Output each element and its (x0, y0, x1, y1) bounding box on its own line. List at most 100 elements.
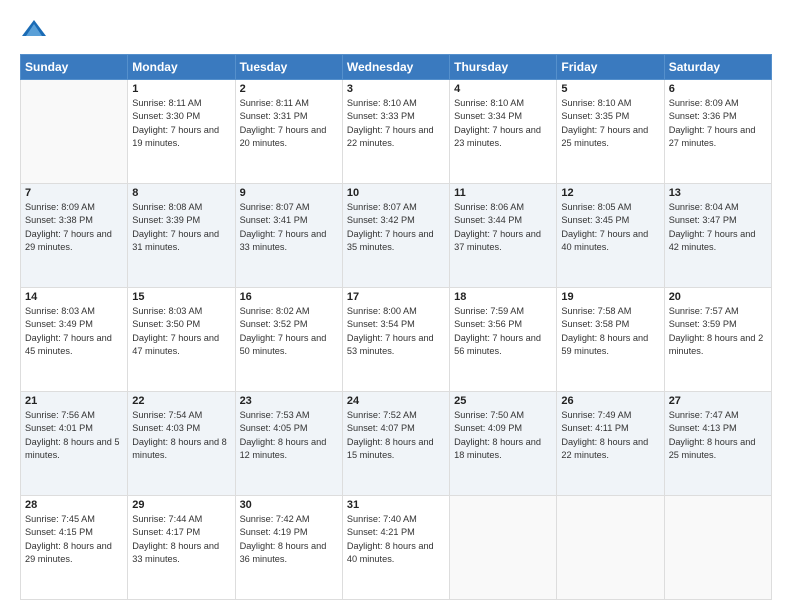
calendar-cell: 22Sunrise: 7:54 AM Sunset: 4:03 PM Dayli… (128, 392, 235, 496)
calendar-cell: 9 Sunrise: 8:07 AM Sunset: 3:41 PM Daylig… (235, 184, 342, 288)
calendar-cell: 6Sunrise: 8:09 AM Sunset: 3:36 PM Daylig… (664, 80, 771, 184)
cell-details: Sunrise: 8:10 AM Sunset: 3:35 PM Dayligh… (561, 97, 659, 150)
calendar-cell: 17 Sunrise: 8:00 AM Sunset: 3:54 PM Dayli… (342, 288, 449, 392)
calendar-cell: 15 Sunrise: 8:03 AM Sunset: 3:50 PM Dayli… (128, 288, 235, 392)
cell-details: Sunrise: 8:09 AM Sunset: 3:38 PM Dayligh… (25, 201, 123, 254)
calendar-cell: 19 Sunrise: 7:58 AM Sunset: 3:58 PM Dayli… (557, 288, 664, 392)
day-number: 24 (347, 395, 445, 407)
day-number: 9 (240, 187, 338, 199)
cell-details: Sunrise: 8:07 AM Sunset: 3:41 PM Dayligh… (240, 201, 338, 254)
calendar-cell: 28 Sunrise: 7:45 AM Sunset: 4:15 PM Dayli… (21, 496, 128, 600)
day-number: 19 (561, 291, 659, 303)
day-number: 7 (25, 187, 123, 199)
calendar-cell: 12Sunrise: 8:05 AM Sunset: 3:45 PM Dayli… (557, 184, 664, 288)
calendar-cell (450, 496, 557, 600)
calendar-cell: 7 Sunrise: 8:09 AM Sunset: 3:38 PM Daylig… (21, 184, 128, 288)
cell-details: Sunrise: 8:11 AM Sunset: 3:30 PM Dayligh… (132, 97, 230, 150)
logo (20, 16, 52, 44)
day-number: 27 (669, 395, 767, 407)
cell-details: Sunrise: 8:03 AM Sunset: 3:50 PM Dayligh… (132, 305, 230, 358)
column-header-thursday: Thursday (450, 55, 557, 80)
day-number: 3 (347, 83, 445, 95)
calendar-cell: 20 Sunrise: 7:57 AM Sunset: 3:59 PM Dayli… (664, 288, 771, 392)
day-number: 13 (669, 187, 767, 199)
calendar-cell: 26 Sunrise: 7:49 AM Sunset: 4:11 PM Dayli… (557, 392, 664, 496)
day-number: 1 (132, 83, 230, 95)
cell-details: Sunrise: 7:40 AM Sunset: 4:21 PM Dayligh… (347, 513, 445, 566)
calendar-cell: 16 Sunrise: 8:02 AM Sunset: 3:52 PM Dayli… (235, 288, 342, 392)
cell-details: Sunrise: 8:06 AM Sunset: 3:44 PM Dayligh… (454, 201, 552, 254)
cell-details: Sunrise: 8:02 AM Sunset: 3:52 PM Dayligh… (240, 305, 338, 358)
column-header-sunday: Sunday (21, 55, 128, 80)
cell-details: Sunrise: 8:03 AM Sunset: 3:49 PM Dayligh… (25, 305, 123, 358)
cell-details: Sunrise: 8:04 AM Sunset: 3:47 PM Dayligh… (669, 201, 767, 254)
calendar-cell: 5 Sunrise: 8:10 AM Sunset: 3:35 PM Daylig… (557, 80, 664, 184)
day-number: 21 (25, 395, 123, 407)
cell-details: Sunrise: 7:42 AM Sunset: 4:19 PM Dayligh… (240, 513, 338, 566)
calendar-cell: 31Sunrise: 7:40 AM Sunset: 4:21 PM Dayli… (342, 496, 449, 600)
calendar-cell: 14 Sunrise: 8:03 AM Sunset: 3:49 PM Dayli… (21, 288, 128, 392)
calendar-cell: 29 Sunrise: 7:44 AM Sunset: 4:17 PM Dayli… (128, 496, 235, 600)
cell-details: Sunrise: 7:59 AM Sunset: 3:56 PM Dayligh… (454, 305, 552, 358)
day-number: 26 (561, 395, 659, 407)
calendar-cell: 27 Sunrise: 7:47 AM Sunset: 4:13 PM Dayli… (664, 392, 771, 496)
day-number: 20 (669, 291, 767, 303)
cell-details: Sunrise: 8:00 AM Sunset: 3:54 PM Dayligh… (347, 305, 445, 358)
calendar-cell: 4Sunrise: 8:10 AM Sunset: 3:34 PM Daylig… (450, 80, 557, 184)
cell-details: Sunrise: 7:57 AM Sunset: 3:59 PM Dayligh… (669, 305, 767, 358)
calendar-cell (557, 496, 664, 600)
cell-details: Sunrise: 7:56 AM Sunset: 4:01 PM Dayligh… (25, 409, 123, 462)
cell-details: Sunrise: 7:44 AM Sunset: 4:17 PM Dayligh… (132, 513, 230, 566)
day-number: 16 (240, 291, 338, 303)
day-number: 23 (240, 395, 338, 407)
cell-details: Sunrise: 8:07 AM Sunset: 3:42 PM Dayligh… (347, 201, 445, 254)
calendar-cell: 3 Sunrise: 8:10 AM Sunset: 3:33 PM Daylig… (342, 80, 449, 184)
calendar-table: SundayMondayTuesdayWednesdayThursdayFrid… (20, 54, 772, 600)
header (20, 16, 772, 44)
calendar-cell (21, 80, 128, 184)
cell-details: Sunrise: 8:08 AM Sunset: 3:39 PM Dayligh… (132, 201, 230, 254)
week-row-1: 1 Sunrise: 8:11 AM Sunset: 3:30 PM Daylig… (21, 80, 772, 184)
day-number: 22 (132, 395, 230, 407)
week-row-4: 21 Sunrise: 7:56 AM Sunset: 4:01 PM Dayli… (21, 392, 772, 496)
cell-details: Sunrise: 8:11 AM Sunset: 3:31 PM Dayligh… (240, 97, 338, 150)
day-number: 5 (561, 83, 659, 95)
day-number: 18 (454, 291, 552, 303)
column-header-monday: Monday (128, 55, 235, 80)
cell-details: Sunrise: 8:05 AM Sunset: 3:45 PM Dayligh… (561, 201, 659, 254)
column-header-wednesday: Wednesday (342, 55, 449, 80)
logo-icon (20, 16, 48, 44)
cell-details: Sunrise: 7:52 AM Sunset: 4:07 PM Dayligh… (347, 409, 445, 462)
week-row-5: 28 Sunrise: 7:45 AM Sunset: 4:15 PM Dayli… (21, 496, 772, 600)
calendar-cell: 2Sunrise: 8:11 AM Sunset: 3:31 PM Daylig… (235, 80, 342, 184)
column-header-friday: Friday (557, 55, 664, 80)
week-row-3: 14 Sunrise: 8:03 AM Sunset: 3:49 PM Dayli… (21, 288, 772, 392)
calendar-cell: 24 Sunrise: 7:52 AM Sunset: 4:07 PM Dayli… (342, 392, 449, 496)
day-number: 17 (347, 291, 445, 303)
day-number: 4 (454, 83, 552, 95)
calendar-cell: 21 Sunrise: 7:56 AM Sunset: 4:01 PM Dayli… (21, 392, 128, 496)
page: SundayMondayTuesdayWednesdayThursdayFrid… (0, 0, 792, 612)
week-row-2: 7 Sunrise: 8:09 AM Sunset: 3:38 PM Daylig… (21, 184, 772, 288)
day-number: 11 (454, 187, 552, 199)
day-number: 15 (132, 291, 230, 303)
day-number: 29 (132, 499, 230, 511)
cell-details: Sunrise: 7:47 AM Sunset: 4:13 PM Dayligh… (669, 409, 767, 462)
cell-details: Sunrise: 8:10 AM Sunset: 3:33 PM Dayligh… (347, 97, 445, 150)
cell-details: Sunrise: 7:49 AM Sunset: 4:11 PM Dayligh… (561, 409, 659, 462)
day-number: 14 (25, 291, 123, 303)
calendar-cell: 13 Sunrise: 8:04 AM Sunset: 3:47 PM Dayli… (664, 184, 771, 288)
cell-details: Sunrise: 7:50 AM Sunset: 4:09 PM Dayligh… (454, 409, 552, 462)
calendar-cell: 25Sunrise: 7:50 AM Sunset: 4:09 PM Dayli… (450, 392, 557, 496)
column-header-tuesday: Tuesday (235, 55, 342, 80)
day-number: 8 (132, 187, 230, 199)
cell-details: Sunrise: 7:45 AM Sunset: 4:15 PM Dayligh… (25, 513, 123, 566)
header-row: SundayMondayTuesdayWednesdayThursdayFrid… (21, 55, 772, 80)
calendar-cell (664, 496, 771, 600)
column-header-saturday: Saturday (664, 55, 771, 80)
calendar-cell: 8 Sunrise: 8:08 AM Sunset: 3:39 PM Daylig… (128, 184, 235, 288)
calendar-cell: 1 Sunrise: 8:11 AM Sunset: 3:30 PM Daylig… (128, 80, 235, 184)
cell-details: Sunrise: 8:09 AM Sunset: 3:36 PM Dayligh… (669, 97, 767, 150)
cell-details: Sunrise: 7:58 AM Sunset: 3:58 PM Dayligh… (561, 305, 659, 358)
day-number: 28 (25, 499, 123, 511)
